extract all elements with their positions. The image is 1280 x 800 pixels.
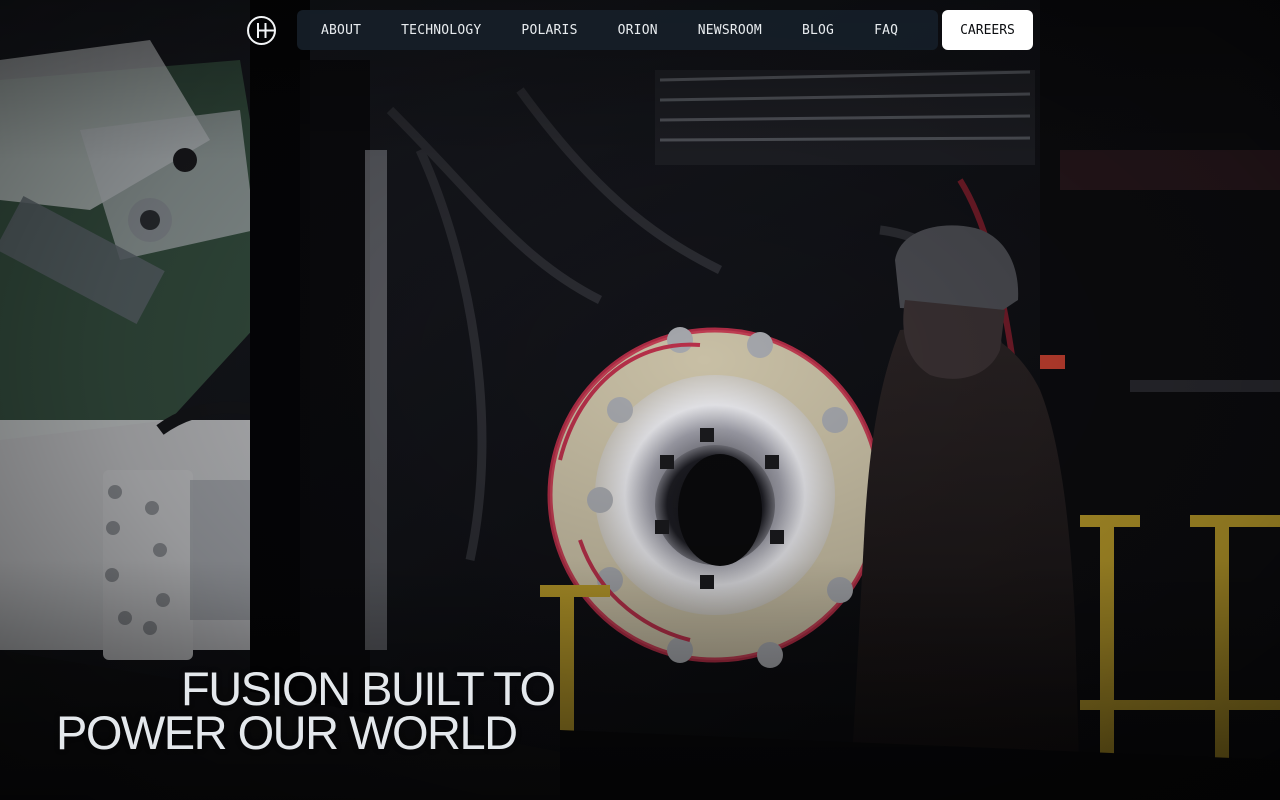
nav-link-orion[interactable]: ORION (618, 23, 658, 38)
hero-headline-line-2: POWER OUR WORLD (56, 706, 518, 759)
careers-button[interactable]: CAREERS (942, 10, 1033, 50)
main-navigation: ABOUT TECHNOLOGY POLARIS ORION NEWSROOM … (297, 10, 938, 50)
nav-link-faq[interactable]: FAQ (874, 23, 898, 38)
hero-headline-line-1: FUSION BUILT TO (181, 662, 556, 715)
nav-link-technology[interactable]: TECHNOLOGY (401, 23, 481, 38)
nav-link-polaris[interactable]: POLARIS (521, 23, 577, 38)
hero-section: ABOUT TECHNOLOGY POLARIS ORION NEWSROOM … (0, 0, 1280, 800)
nav-link-about[interactable]: ABOUT (321, 23, 361, 38)
fusion-logo-icon[interactable] (246, 15, 277, 46)
nav-link-newsroom[interactable]: NEWSROOM (698, 23, 762, 38)
nav-link-blog[interactable]: BLOG (802, 23, 834, 38)
